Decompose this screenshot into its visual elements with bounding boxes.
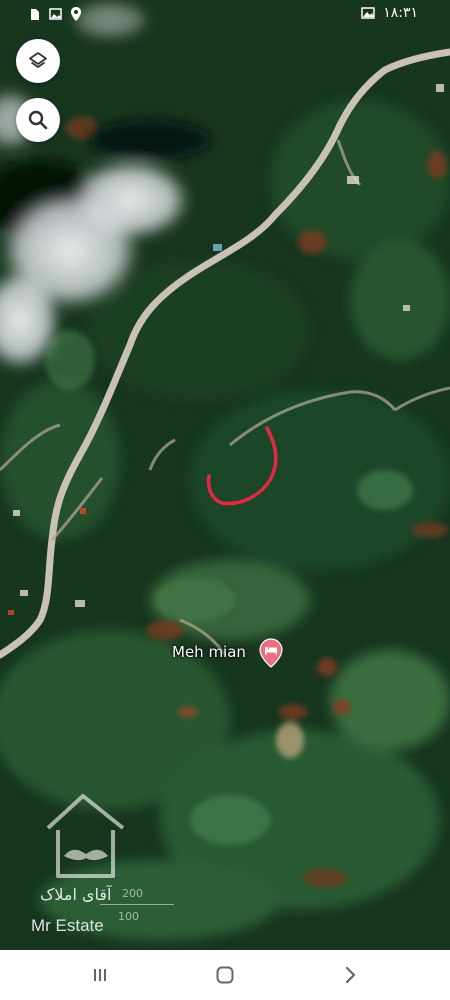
image-notification-icon <box>49 8 62 20</box>
watermark-persian: آقای املاک <box>40 885 112 904</box>
layers-button[interactable] <box>16 39 60 83</box>
location-icon <box>71 7 81 21</box>
navigation-bar <box>0 950 450 1000</box>
watermark-english: Mr Estate <box>31 916 104 935</box>
recents-button[interactable] <box>85 962 115 988</box>
recents-icon <box>94 969 106 981</box>
layers-icon <box>29 52 47 68</box>
gallery-icon <box>361 7 375 19</box>
sim-card-icon <box>31 8 39 20</box>
place-pin[interactable] <box>259 638 283 668</box>
back-button[interactable] <box>335 962 365 988</box>
back-icon <box>345 966 356 984</box>
place-label[interactable]: Meh mian <box>172 643 246 661</box>
search-icon <box>28 110 48 130</box>
status-bar: ۱۸:۳۱ <box>0 0 450 30</box>
home-button[interactable] <box>210 962 240 988</box>
search-button[interactable] <box>16 98 60 142</box>
status-time: ۱۸:۳۱ <box>383 5 418 21</box>
home-icon <box>216 966 234 984</box>
